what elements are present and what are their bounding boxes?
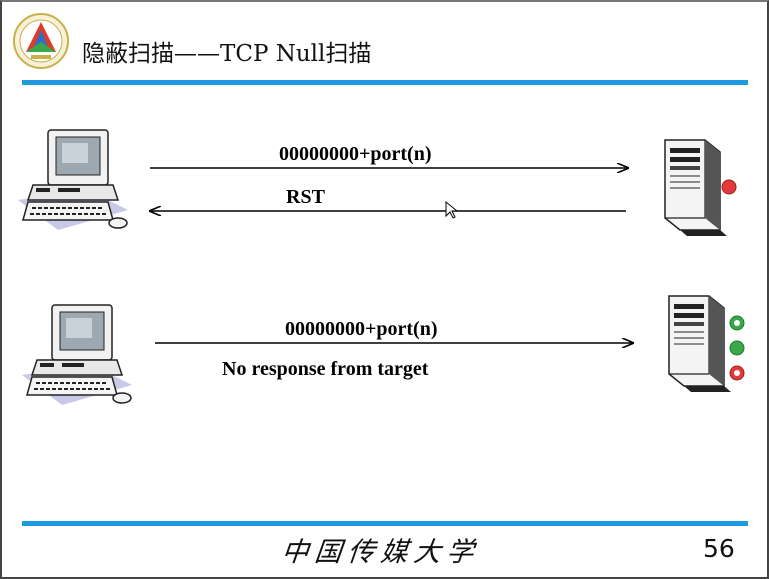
probe-label-2: 00000000+port(n) (285, 318, 438, 340)
server-tower-icon (664, 139, 728, 237)
client-computer-icon (21, 304, 133, 406)
bottom-divider (22, 521, 748, 526)
status-light-red-icon (721, 179, 737, 195)
mouse-cursor-icon (445, 200, 459, 219)
probe-label-1: 00000000+port(n) (279, 143, 432, 165)
rst-label: RST (286, 186, 325, 208)
client-computer-icon (17, 129, 129, 231)
no-response-note: No response from target (222, 358, 429, 380)
page-number: 56 (703, 534, 735, 563)
status-light-green-icon (729, 340, 745, 356)
scan-diagram (17, 129, 745, 406)
server-tower-icon (668, 295, 732, 393)
footer-school-name: 中国传媒大学 (280, 537, 482, 568)
